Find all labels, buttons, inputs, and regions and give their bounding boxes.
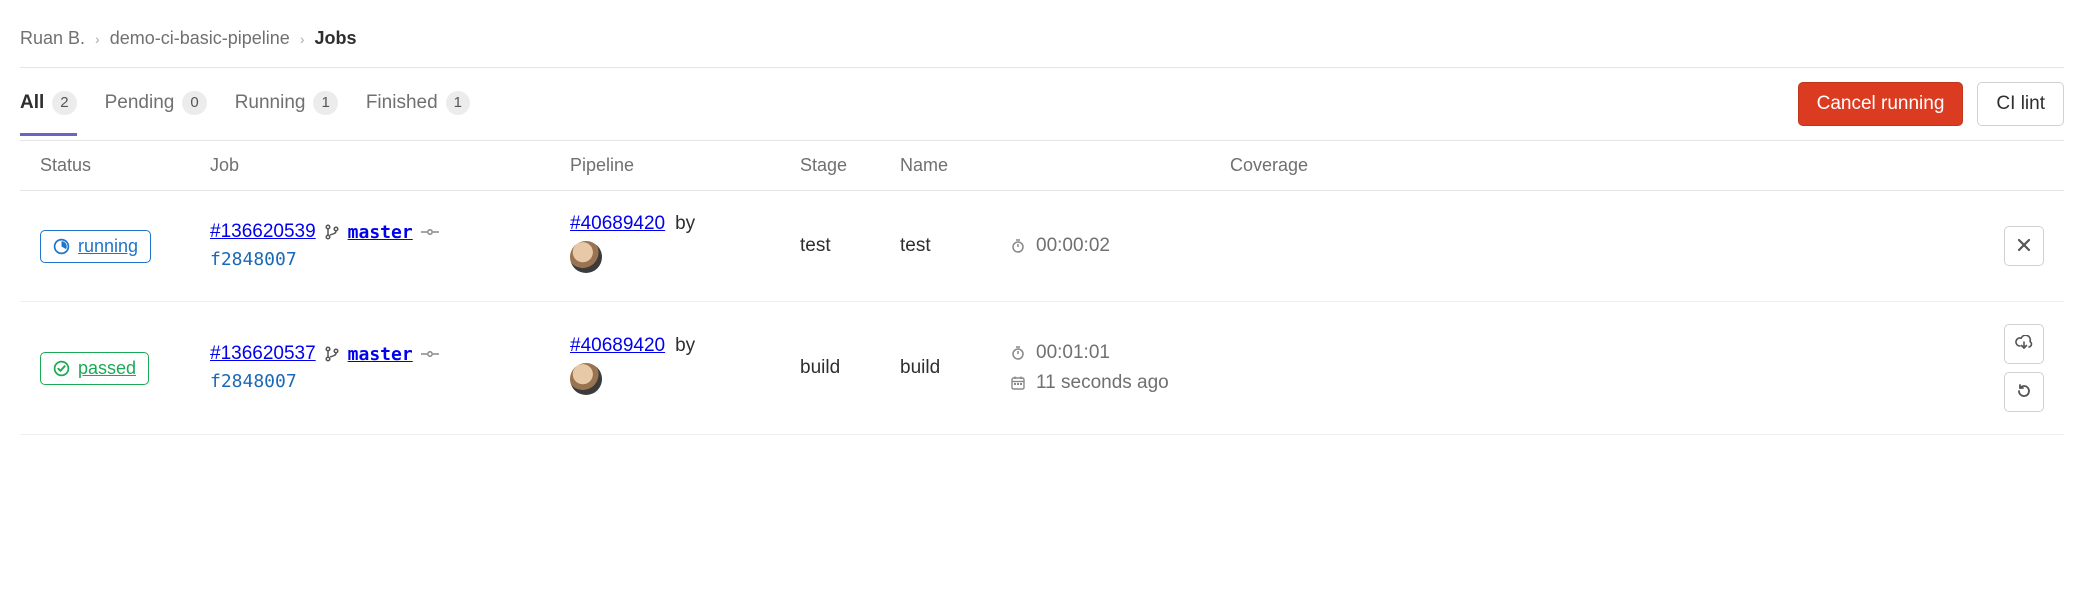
topbar: All 2 Pending 0 Running 1 Finished 1 Can… — [20, 67, 2064, 140]
commit-link[interactable]: f2848007 — [210, 371, 297, 392]
tab-finished-label: Finished — [366, 92, 438, 114]
retry-icon — [2016, 383, 2032, 402]
col-time — [990, 141, 1210, 191]
tab-running-badge: 1 — [313, 91, 337, 115]
pipeline-by-label: by — [675, 213, 695, 235]
commit-link[interactable]: f2848007 — [210, 249, 297, 270]
tab-running-label: Running — [235, 92, 306, 114]
branch-icon — [324, 224, 340, 240]
tab-pending-badge: 0 — [182, 91, 206, 115]
coverage-cell — [1210, 302, 1984, 435]
tab-finished[interactable]: Finished 1 — [366, 73, 470, 136]
cancel-job-button[interactable] — [2004, 226, 2044, 266]
col-job: Job — [190, 141, 550, 191]
calendar-icon — [1010, 375, 1026, 391]
tab-finished-badge: 1 — [446, 91, 470, 115]
status-badge-running[interactable]: running — [40, 230, 151, 263]
branch-icon — [324, 346, 340, 362]
running-icon — [53, 238, 70, 255]
check-circle-icon — [53, 360, 70, 377]
breadcrumb-project[interactable]: demo-ci-basic-pipeline — [110, 28, 290, 49]
finished-ago-text: 11 seconds ago — [1036, 372, 1169, 394]
tab-all-label: All — [20, 92, 44, 114]
col-pipeline: Pipeline — [550, 141, 780, 191]
pipeline-id-link[interactable]: #40689420 — [570, 335, 665, 357]
status-label: passed — [78, 358, 136, 379]
job-id-link[interactable]: #136620539 — [210, 221, 316, 243]
ci-lint-button[interactable]: CI lint — [1977, 82, 2064, 126]
chevron-right-icon: › — [300, 31, 305, 47]
stage-cell: test — [780, 191, 880, 302]
table-row: running #136620539 master f2848007 — [20, 191, 2064, 302]
tab-pending-label: Pending — [105, 92, 175, 114]
duration-text: 00:01:01 — [1036, 342, 1110, 364]
col-name: Name — [880, 141, 990, 191]
col-actions — [1984, 141, 2064, 191]
col-stage: Stage — [780, 141, 880, 191]
stage-cell: build — [780, 302, 880, 435]
top-actions: Cancel running CI lint — [1798, 68, 2064, 140]
breadcrumb: Ruan B. › demo-ci-basic-pipeline › Jobs — [20, 20, 2064, 67]
commit-icon — [421, 349, 439, 359]
retry-job-button[interactable] — [2004, 372, 2044, 412]
cloud-download-icon — [2015, 335, 2033, 354]
name-cell: test — [880, 191, 990, 302]
tab-all[interactable]: All 2 — [20, 73, 77, 136]
branch-link[interactable]: master — [348, 344, 413, 365]
pipeline-by-label: by — [675, 335, 695, 357]
tabs: All 2 Pending 0 Running 1 Finished 1 — [20, 73, 470, 136]
chevron-right-icon: › — [95, 31, 100, 47]
breadcrumb-current: Jobs — [314, 28, 356, 49]
stopwatch-icon — [1010, 345, 1026, 361]
col-coverage: Coverage — [1210, 141, 1984, 191]
pipeline-id-link[interactable]: #40689420 — [570, 213, 665, 235]
avatar[interactable] — [570, 257, 602, 278]
tab-running[interactable]: Running 1 — [235, 73, 338, 136]
status-badge-passed[interactable]: passed — [40, 352, 149, 385]
status-label: running — [78, 236, 138, 257]
commit-icon — [421, 227, 439, 237]
col-status: Status — [20, 141, 190, 191]
avatar[interactable] — [570, 379, 602, 400]
tab-pending[interactable]: Pending 0 — [105, 73, 207, 136]
close-icon — [2017, 238, 2031, 255]
job-id-link[interactable]: #136620537 — [210, 343, 316, 365]
tab-all-badge: 2 — [52, 91, 76, 115]
duration-text: 00:00:02 — [1036, 235, 1110, 257]
coverage-cell — [1210, 191, 1984, 302]
name-cell: build — [880, 302, 990, 435]
table-row: passed #136620537 master f2848007 — [20, 302, 2064, 435]
stopwatch-icon — [1010, 238, 1026, 254]
cancel-running-button[interactable]: Cancel running — [1798, 82, 1964, 126]
breadcrumb-owner[interactable]: Ruan B. — [20, 28, 85, 49]
jobs-table: Status Job Pipeline Stage Name Coverage … — [20, 140, 2064, 435]
download-artifacts-button[interactable] — [2004, 324, 2044, 364]
branch-link[interactable]: master — [348, 222, 413, 243]
